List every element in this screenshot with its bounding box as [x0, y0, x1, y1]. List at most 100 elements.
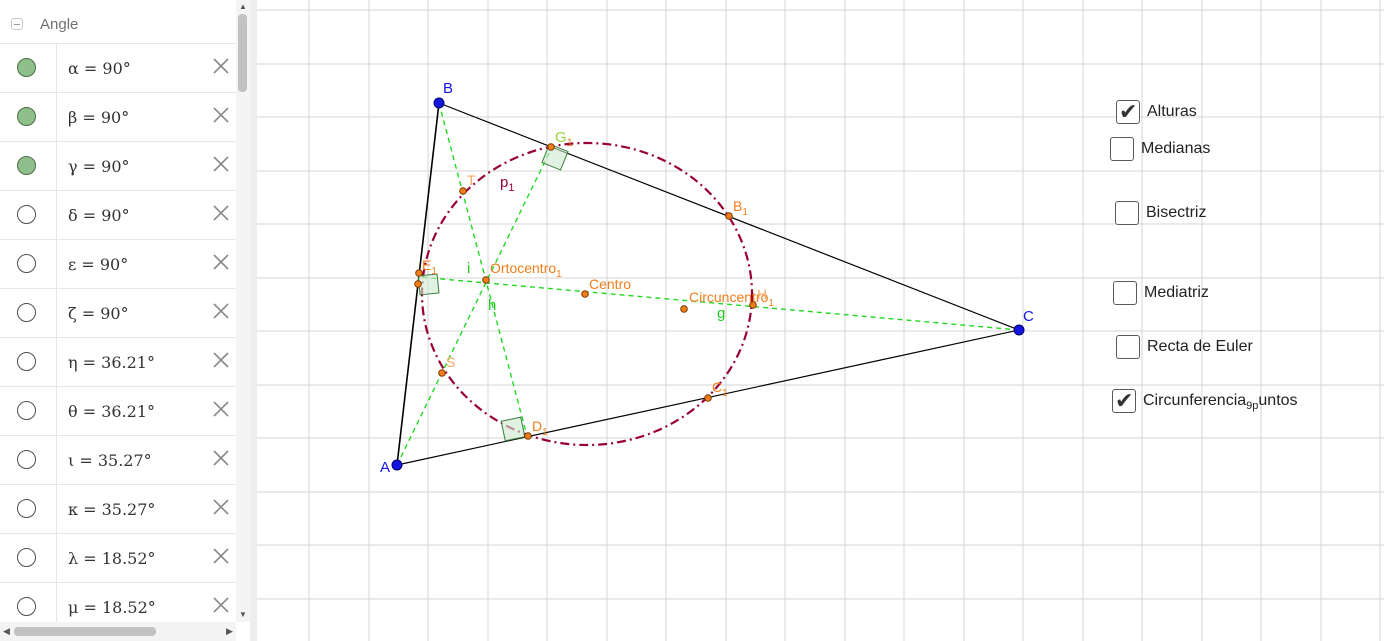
visibility-toggle[interactable]	[17, 352, 36, 371]
visibility-toggle[interactable]	[17, 597, 36, 616]
algebra-row[interactable]: α = 90°	[0, 44, 236, 93]
point-centro[interactable]	[581, 290, 589, 298]
scroll-up-icon[interactable]: ▲	[239, 2, 247, 11]
geometry-canvas[interactable]: A B C G1 B1 C1 D1 E1 T S Ortocentro1 Cen…	[257, 0, 1384, 641]
checkbox-box[interactable]	[1116, 335, 1140, 359]
algebra-row[interactable]: ζ = 90°	[0, 289, 236, 338]
algebra-group-header: Angle	[0, 0, 236, 44]
algebra-row[interactable]: δ = 90°	[0, 191, 236, 240]
delete-icon[interactable]	[212, 57, 230, 75]
right-angle-marker-d	[500, 416, 526, 442]
visibility-toggle[interactable]	[17, 254, 36, 273]
delete-icon[interactable]	[212, 253, 230, 271]
view-divider[interactable]	[250, 0, 257, 641]
point-e1-foot[interactable]	[414, 280, 422, 288]
scroll-left-icon[interactable]: ◀	[3, 626, 10, 637]
checkbox-box[interactable]	[1110, 137, 1134, 161]
scroll-right-icon[interactable]: ▶	[226, 626, 233, 637]
angle-expression[interactable]: λ = 18.52°	[68, 549, 156, 568]
visibility-toggle[interactable]	[17, 205, 36, 224]
angle-expression[interactable]: ε = 90°	[68, 255, 128, 274]
visibility-toggle[interactable]	[17, 156, 36, 175]
checkbox-box[interactable]	[1115, 201, 1139, 225]
algebra-row[interactable]: β = 90°	[0, 93, 236, 142]
delete-icon[interactable]	[212, 449, 230, 467]
vertical-scroll-thumb[interactable]	[238, 14, 247, 92]
point-c1[interactable]	[704, 394, 712, 402]
angle-expression[interactable]: θ = 36.21°	[68, 402, 155, 421]
angle-expression[interactable]: δ = 90°	[68, 206, 130, 225]
altitude-from-a[interactable]	[396, 146, 553, 466]
checkbox-label-text: Medianas	[1141, 140, 1211, 157]
delete-icon[interactable]	[212, 302, 230, 320]
angle-expression[interactable]: ι = 35.27°	[68, 451, 152, 470]
right-angle-markers	[417, 143, 569, 442]
visibility-toggle[interactable]	[17, 499, 36, 518]
delete-icon[interactable]	[212, 596, 230, 614]
graphics-view[interactable]: A B C G1 B1 C1 D1 E1 T S Ortocentro1 Cen…	[257, 0, 1384, 641]
angle-expression[interactable]: κ = 35.27°	[68, 500, 155, 519]
delete-icon[interactable]	[212, 155, 230, 173]
point-s[interactable]	[438, 369, 446, 377]
algebra-row[interactable]: θ = 36.21°	[0, 387, 236, 436]
checkbox-label[interactable]: Mediatriz	[1144, 284, 1209, 302]
visibility-toggle[interactable]	[17, 401, 36, 420]
checkbox-box[interactable]	[1113, 281, 1137, 305]
point-circuncentro[interactable]	[680, 305, 688, 313]
algebra-row[interactable]: κ = 35.27°	[0, 485, 236, 534]
angle-expression[interactable]: ζ = 90°	[68, 304, 129, 323]
checkbox-label[interactable]: Medianas	[1141, 140, 1210, 158]
scroll-down-icon[interactable]: ▼	[239, 610, 247, 619]
delete-icon[interactable]	[212, 547, 230, 565]
point-t[interactable]	[459, 187, 467, 195]
checkbox-box[interactable]: ✔	[1112, 389, 1136, 413]
point-ortocentro[interactable]	[482, 276, 490, 284]
algebra-row[interactable]: ι = 35.27°	[0, 436, 236, 485]
label-t: T	[467, 172, 476, 188]
angle-expression[interactable]: β = 90°	[68, 108, 129, 127]
delete-icon[interactable]	[212, 351, 230, 369]
triangle[interactable]	[396, 102, 1020, 466]
point-d1[interactable]	[524, 432, 532, 440]
checkbox-label[interactable]: Circunferencia9puntos	[1143, 392, 1298, 412]
delete-icon[interactable]	[212, 400, 230, 418]
horizontal-scrollbar[interactable]: ◀ ▶	[0, 622, 236, 641]
point-g1[interactable]	[547, 143, 555, 151]
visibility-toggle[interactable]	[17, 303, 36, 322]
checkbox-label[interactable]: Recta de Euler	[1147, 338, 1253, 356]
delete-icon[interactable]	[212, 498, 230, 516]
visibility-toggle[interactable]	[17, 58, 36, 77]
vertex-c[interactable]	[1013, 324, 1025, 336]
label-g1: G1	[555, 129, 573, 149]
vertex-points[interactable]	[391, 97, 1025, 471]
group-label: Angle	[40, 16, 79, 33]
algebra-row[interactable]: γ = 90°	[0, 142, 236, 191]
visibility-toggle[interactable]	[17, 548, 36, 567]
vertex-b[interactable]	[433, 97, 445, 109]
point-b1[interactable]	[725, 212, 733, 220]
checkbox-label[interactable]: Alturas	[1147, 103, 1197, 121]
delete-icon[interactable]	[212, 204, 230, 222]
collapse-icon[interactable]	[11, 18, 23, 30]
visibility-toggle[interactable]	[17, 107, 36, 126]
algebra-row[interactable]: ε = 90°	[0, 240, 236, 289]
angle-expression[interactable]: η = 36.21°	[68, 353, 155, 372]
checkbox-label[interactable]: Bisectriz	[1146, 204, 1206, 222]
algebra-row[interactable]: μ = 18.52°	[0, 583, 236, 622]
horizontal-scroll-thumb[interactable]	[14, 627, 156, 636]
row-divider	[56, 240, 57, 288]
angle-expression[interactable]: γ = 90°	[68, 157, 130, 176]
label-line-p1: p1	[500, 174, 514, 194]
checkbox-box[interactable]: ✔	[1116, 100, 1140, 124]
vertex-a[interactable]	[391, 459, 403, 471]
algebra-row[interactable]: λ = 18.52°	[0, 534, 236, 583]
angle-expression[interactable]: μ = 18.52°	[68, 598, 156, 617]
row-divider	[56, 485, 57, 533]
altitudes[interactable]	[396, 102, 1020, 466]
visibility-toggle[interactable]	[17, 450, 36, 469]
vertical-scrollbar[interactable]: ▲ ▼	[236, 0, 250, 622]
row-divider	[56, 338, 57, 386]
angle-expression[interactable]: α = 90°	[68, 59, 131, 78]
delete-icon[interactable]	[212, 106, 230, 124]
algebra-row[interactable]: η = 36.21°	[0, 338, 236, 387]
